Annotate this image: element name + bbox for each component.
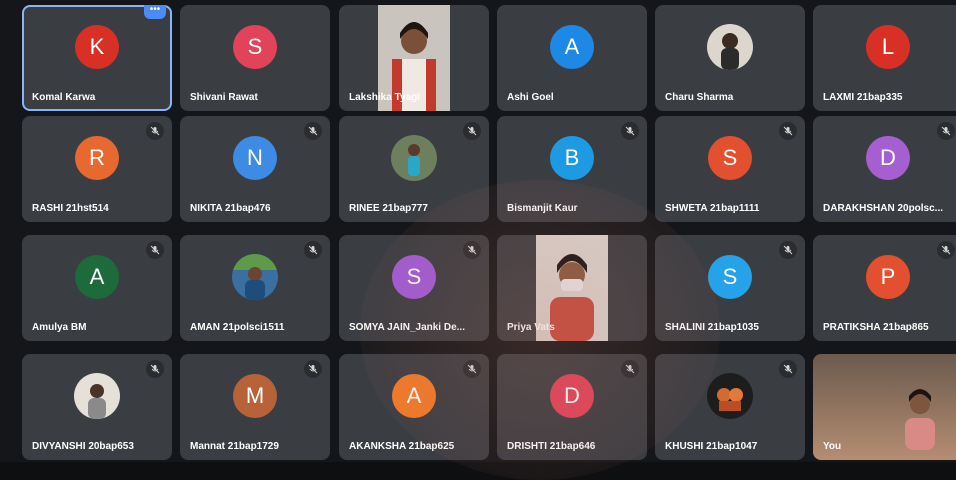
profile-photo	[232, 254, 278, 301]
participant-tile[interactable]: S SHWETA 21bap1111	[655, 116, 805, 222]
avatar: S	[392, 255, 436, 300]
participant-name: You	[823, 441, 842, 452]
participant-name: SOMYA JAIN_Janki De...	[349, 322, 465, 333]
avatar: M	[233, 374, 277, 419]
mic-off-icon	[304, 122, 322, 140]
avatar: A	[75, 255, 119, 300]
participant-name: DRISHTI 21bap646	[507, 441, 596, 452]
participant-tile[interactable]: Lakshika Tyagi	[339, 5, 489, 111]
avatar: S	[233, 25, 277, 70]
participant-tile[interactable]: A Amulya BM	[22, 235, 172, 341]
avatar: A	[392, 374, 436, 419]
participant-tile[interactable]: You	[813, 354, 956, 460]
mic-off-icon	[621, 360, 639, 378]
participant-tile[interactable]: AMAN 21polsci1511	[180, 235, 330, 341]
avatar: B	[550, 136, 594, 181]
participant-name: KHUSHI 21bap1047	[665, 441, 758, 452]
participant-tile[interactable]: Priya Vats	[497, 235, 647, 341]
participant-tile[interactable]: S SOMYA JAIN_Janki De...	[339, 235, 489, 341]
avatar: D	[866, 136, 910, 181]
mic-off-icon	[937, 241, 955, 259]
participant-tile[interactable]: RINEE 21bap777	[339, 116, 489, 222]
mic-off-icon	[463, 241, 481, 259]
participant-tile[interactable]: Charu Sharma	[655, 5, 805, 111]
avatar: S	[708, 136, 752, 181]
participant-name: DIVYANSHI 20bap653	[32, 441, 134, 452]
avatar: R	[75, 136, 119, 181]
participant-name: Shivani Rawat	[190, 92, 258, 103]
participant-tile[interactable]: N NIKITA 21bap476	[180, 116, 330, 222]
profile-photo	[707, 373, 753, 420]
participant-name: Charu Sharma	[665, 92, 734, 103]
participant-tile[interactable]: D DRISHTI 21bap646	[497, 354, 647, 460]
mic-off-icon	[779, 360, 797, 378]
avatar: N	[233, 136, 277, 181]
avatar: L	[866, 25, 910, 70]
participant-tile[interactable]: A Ashi Goel	[497, 5, 647, 111]
participant-name: Amulya BM	[32, 322, 87, 333]
participant-tile[interactable]: L LAXMI 21bap335	[813, 5, 956, 111]
participant-tile[interactable]: B Bismanjit Kaur	[497, 116, 647, 222]
profile-photo	[391, 135, 437, 182]
participant-name: RINEE 21bap777	[349, 203, 428, 214]
mic-off-icon	[146, 241, 164, 259]
avatar: K	[75, 25, 119, 70]
mic-off-icon	[304, 360, 322, 378]
participant-name: DARAKHSHAN 20polsc...	[823, 203, 944, 214]
mic-off-icon	[937, 122, 955, 140]
avatar: S	[708, 255, 752, 300]
mic-off-icon	[463, 360, 481, 378]
participant-name: Priya Vats	[507, 322, 555, 333]
participant-tile[interactable]: M Mannat 21bap1729	[180, 354, 330, 460]
participant-name: AMAN 21polsci1511	[190, 322, 285, 333]
participant-name: Komal Karwa	[32, 92, 96, 103]
participant-tile[interactable]: K ••• Komal Karwa	[22, 5, 172, 111]
participant-name: NIKITA 21bap476	[190, 203, 271, 214]
mic-off-icon	[779, 241, 797, 259]
participant-name: Lakshika Tyagi	[349, 92, 420, 103]
mic-off-icon	[304, 241, 322, 259]
participant-tile[interactable]: R RASHI 21hst514	[22, 116, 172, 222]
participant-name: RASHI 21hst514	[32, 203, 109, 214]
avatar: D	[550, 374, 594, 419]
participant-tile[interactable]: P PRATIKSHA 21bap865	[813, 235, 956, 341]
participant-name: SHWETA 21bap1111	[665, 203, 760, 214]
participant-tile[interactable]: DIVYANSHI 20bap653	[22, 354, 172, 460]
participant-name: Bismanjit Kaur	[507, 203, 578, 214]
participant-name: AKANKSHA 21bap625	[349, 441, 455, 452]
mic-off-icon	[146, 122, 164, 140]
participant-name: Mannat 21bap1729	[190, 441, 279, 452]
meeting-grid: K ••• Komal Karwa S Shivani Rawat Lakshika Ty…	[0, 0, 956, 480]
participant-name: Ashi Goel	[507, 92, 554, 103]
profile-photo	[74, 373, 120, 420]
participant-name: LAXMI 21bap335	[823, 92, 903, 103]
profile-photo	[707, 24, 753, 71]
participant-tile[interactable]: S Shivani Rawat	[180, 5, 330, 111]
participant-name: SHALINI 21bap1035	[665, 322, 759, 333]
mic-off-icon	[146, 360, 164, 378]
participant-tile[interactable]: A AKANKSHA 21bap625	[339, 354, 489, 460]
more-options-icon[interactable]: •••	[144, 5, 166, 19]
participant-tile[interactable]: D DARAKHSHAN 20polsc...	[813, 116, 956, 222]
avatar: P	[866, 255, 910, 300]
avatar: A	[550, 25, 594, 70]
mic-off-icon	[621, 122, 639, 140]
mic-off-icon	[463, 122, 481, 140]
participant-tile[interactable]: KHUSHI 21bap1047	[655, 354, 805, 460]
mic-off-icon	[779, 122, 797, 140]
participant-name: PRATIKSHA 21bap865	[823, 322, 929, 333]
participant-tile[interactable]: S SHALINI 21bap1035	[655, 235, 805, 341]
